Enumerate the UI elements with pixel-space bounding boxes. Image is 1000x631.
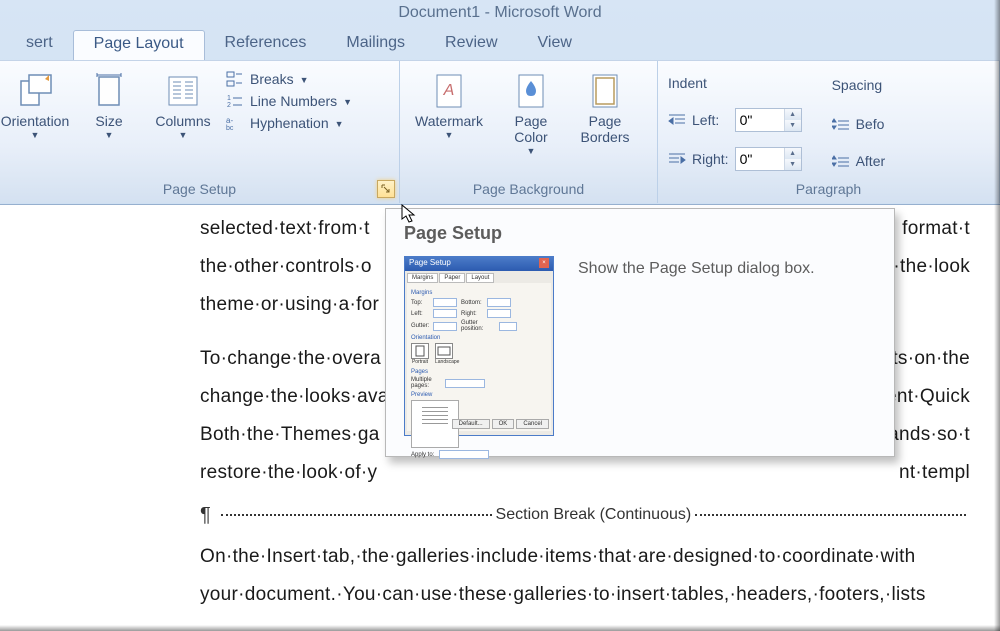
- page-color-icon: [511, 71, 551, 111]
- group-label-page-setup: Page Setup: [10, 181, 389, 203]
- spin-down[interactable]: ▼: [785, 159, 801, 170]
- spin-up[interactable]: ▲: [785, 148, 801, 159]
- spacing-controls: Spacing Befo After: [832, 67, 898, 177]
- size-icon: [89, 71, 129, 111]
- ribbon: Orientation ▼ Size ▼ Columns ▼ Breaks: [0, 60, 1000, 203]
- indent-heading: Indent: [668, 75, 808, 91]
- launcher-icon: [381, 184, 391, 194]
- breaks-button[interactable]: Breaks ▼: [226, 71, 352, 87]
- dropdown-arrow-icon: ▼: [343, 97, 352, 107]
- svg-text:2: 2: [227, 102, 231, 109]
- page-borders-button[interactable]: Page Borders: [574, 67, 636, 177]
- tab-mailings[interactable]: Mailings: [326, 30, 425, 60]
- tab-review[interactable]: Review: [425, 30, 517, 60]
- line-numbers-icon: 12: [226, 93, 244, 109]
- window-title: Document1 - Microsoft Word: [398, 4, 601, 21]
- page-color-label: Page Color: [500, 113, 562, 145]
- spacing-before-icon: [832, 117, 850, 131]
- indent-left-input[interactable]: [736, 110, 784, 130]
- line-numbers-button[interactable]: 12 Line Numbers ▼: [226, 93, 352, 109]
- svg-text:A: A: [443, 82, 455, 99]
- group-label-paragraph: Paragraph: [668, 181, 989, 203]
- group-label-page-background: Page Background: [410, 181, 647, 203]
- columns-icon: [163, 71, 203, 111]
- page-setup-tooltip: Page Setup Page Setup× MarginsPaperLayou…: [385, 208, 895, 457]
- indent-right-input[interactable]: [736, 149, 784, 169]
- titlebar: Document1 - Microsoft Word: [0, 0, 1000, 30]
- section-break-label: Section Break (Continuous): [496, 499, 692, 531]
- page-setup-small-buttons: Breaks ▼ 12 Line Numbers ▼ a-bc Hyphenat…: [226, 67, 352, 177]
- watermark-icon: A: [429, 71, 469, 111]
- group-page-setup: Orientation ▼ Size ▼ Columns ▼ Breaks: [0, 61, 400, 203]
- tab-page-layout[interactable]: Page Layout: [73, 30, 205, 60]
- dropdown-arrow-icon: ▼: [300, 75, 309, 85]
- page-color-button[interactable]: Page Color ▼: [500, 67, 562, 177]
- hyphenation-button[interactable]: a-bc Hyphenation ▼: [226, 115, 352, 131]
- svg-text:bc: bc: [226, 125, 234, 131]
- hyphenation-icon: a-bc: [226, 115, 244, 131]
- group-paragraph: Indent Left: ▲▼ Right: ▲▼ Spacing Befo: [658, 61, 1000, 203]
- section-break: ¶ Section Break (Continuous): [200, 499, 970, 531]
- group-page-background: A Watermark ▼ Page Color ▼ Page Borders …: [400, 61, 658, 203]
- dialog-thumbnail: Page Setup× MarginsPaperLayout Margins T…: [404, 256, 554, 436]
- spin-up[interactable]: ▲: [785, 109, 801, 120]
- columns-button[interactable]: Columns ▼: [152, 67, 214, 177]
- tooltip-description: Show the Page Setup dialog box.: [578, 256, 815, 278]
- page-setup-launcher[interactable]: [377, 180, 395, 198]
- dropdown-arrow-icon: ▼: [105, 130, 114, 140]
- tab-references[interactable]: References: [205, 30, 327, 60]
- orientation-label: Orientation: [1, 113, 69, 129]
- tooltip-title: Page Setup: [404, 223, 876, 244]
- page-borders-label: Page Borders: [574, 113, 636, 145]
- orientation-icon: [15, 71, 55, 111]
- indent-right-spinner[interactable]: ▲▼: [735, 147, 802, 171]
- size-button[interactable]: Size ▼: [78, 67, 140, 177]
- columns-label: Columns: [155, 113, 210, 129]
- window-chrome: Document1 - Microsoft Word sert Page Lay…: [0, 0, 1000, 205]
- ribbon-tabs: sert Page Layout References Mailings Rev…: [0, 30, 1000, 60]
- breaks-icon: [226, 71, 244, 87]
- svg-text:a-: a-: [226, 116, 233, 125]
- left-label: Left:: [692, 112, 729, 128]
- watermark-button[interactable]: A Watermark ▼: [410, 67, 488, 177]
- dropdown-arrow-icon: ▼: [335, 119, 344, 129]
- spacing-after-icon: [832, 154, 850, 168]
- dropdown-arrow-icon: ▼: [527, 146, 536, 156]
- dropdown-arrow-icon: ▼: [31, 130, 40, 140]
- before-label: Befo: [856, 116, 886, 132]
- tab-insert[interactable]: sert: [6, 30, 73, 60]
- line-numbers-label: Line Numbers: [250, 93, 337, 109]
- dropdown-arrow-icon: ▼: [179, 130, 188, 140]
- dropdown-arrow-icon: ▼: [445, 130, 454, 140]
- spin-down[interactable]: ▼: [785, 120, 801, 131]
- size-label: Size: [95, 113, 122, 129]
- indent-left-icon: [668, 113, 686, 127]
- page-borders-icon: [585, 71, 625, 111]
- breaks-label: Breaks: [250, 71, 294, 87]
- hyphenation-label: Hyphenation: [250, 115, 329, 131]
- after-label: After: [856, 153, 886, 169]
- indent-controls: Indent Left: ▲▼ Right: ▲▼: [668, 67, 808, 177]
- orientation-button[interactable]: Orientation ▼: [4, 67, 66, 177]
- watermark-label: Watermark: [415, 113, 483, 129]
- spacing-heading: Spacing: [832, 77, 898, 93]
- right-label: Right:: [692, 151, 729, 167]
- pilcrow-icon: ¶: [200, 499, 211, 531]
- svg-text:1: 1: [227, 95, 231, 102]
- indent-left-spinner[interactable]: ▲▼: [735, 108, 802, 132]
- tab-view[interactable]: View: [518, 30, 592, 60]
- indent-right-icon: [668, 152, 686, 166]
